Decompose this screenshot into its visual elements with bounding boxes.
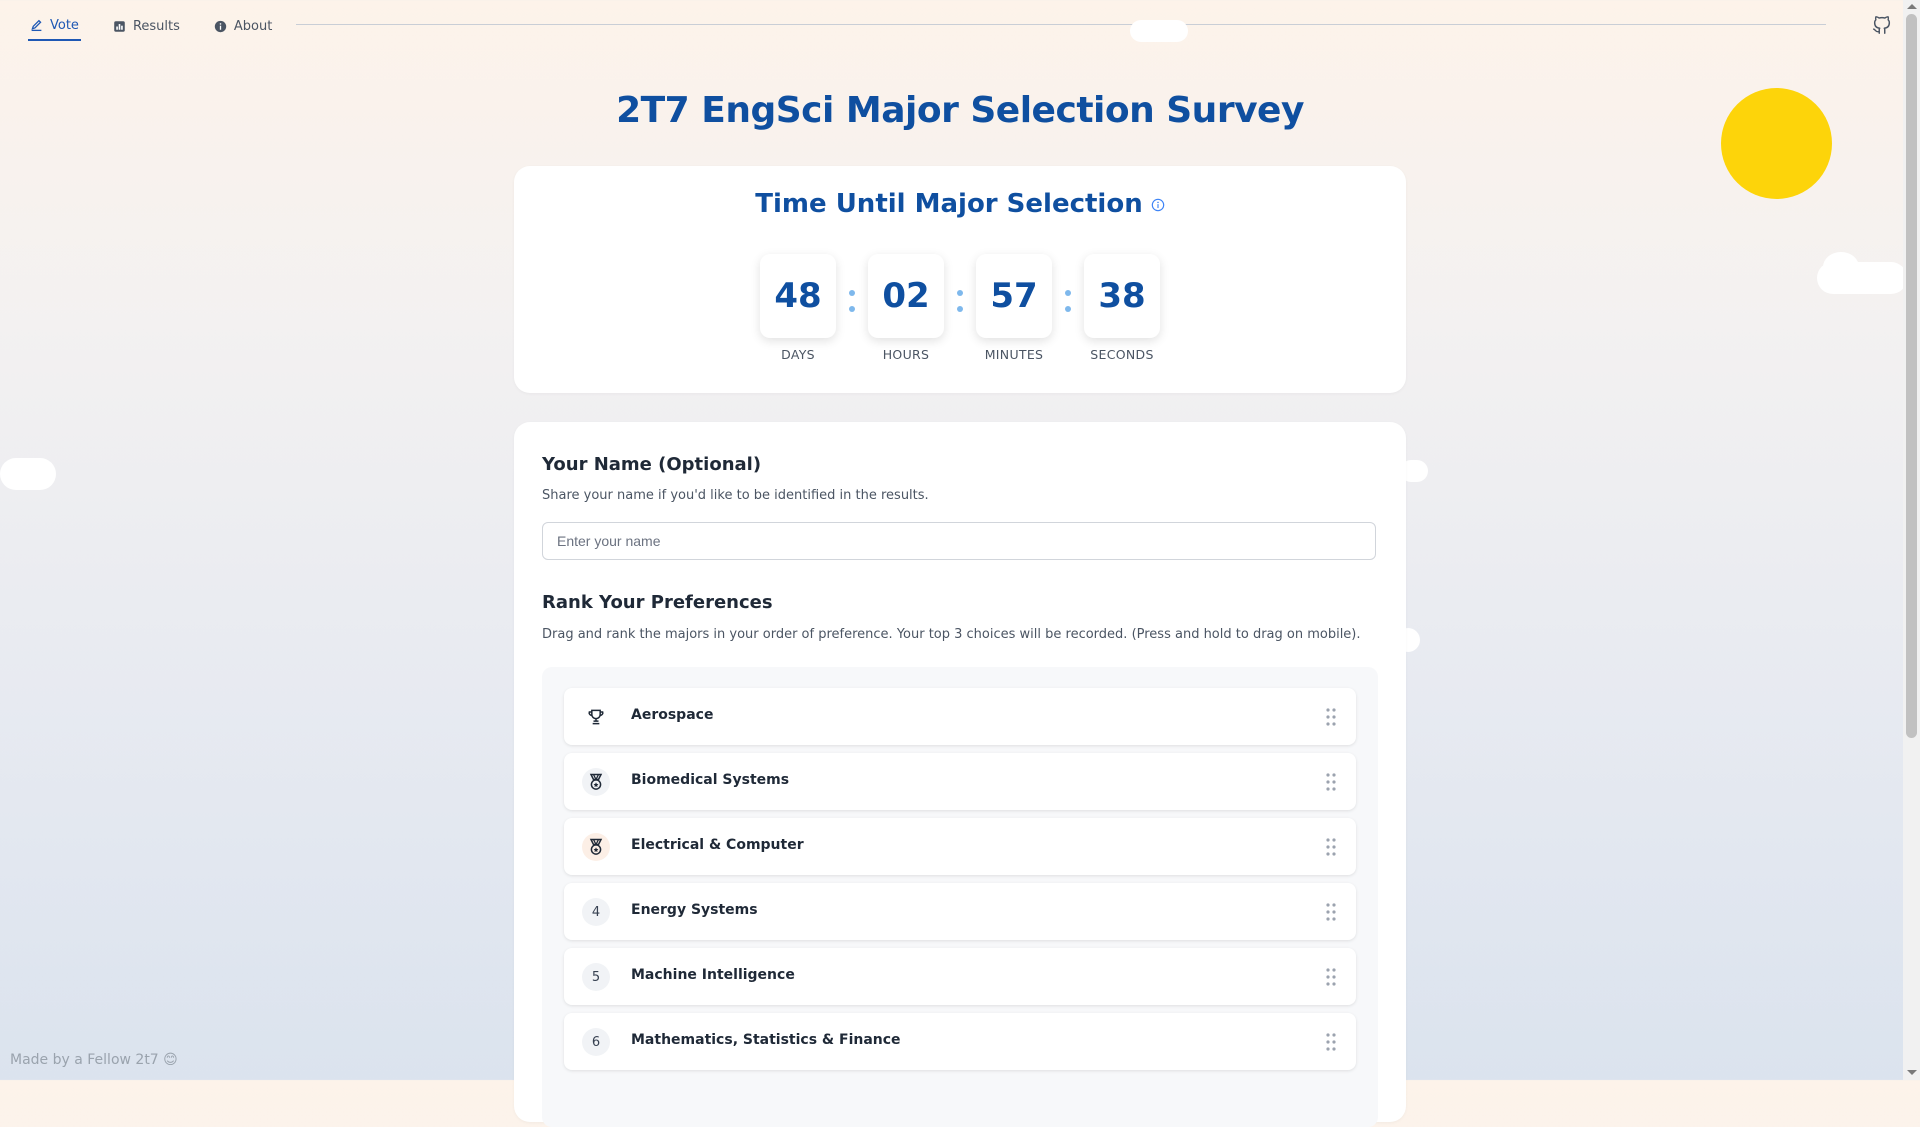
bar-chart-icon (114, 21, 125, 32)
name-heading: Your Name (Optional) (542, 454, 762, 475)
rank-item-biomedical-systems[interactable]: Biomedical Systems (564, 753, 1356, 810)
cloud-decoration (1130, 20, 1188, 42)
countdown-separator (957, 290, 963, 316)
name-description: Share your name if you'd like to be iden… (542, 488, 929, 503)
rank-item-label: Biomedical Systems (631, 772, 790, 788)
rank-number: 6 (582, 1028, 610, 1056)
info-icon[interactable] (1151, 198, 1165, 212)
countdown-seconds-label: SECONDS (1090, 347, 1154, 362)
nav-about[interactable]: About (212, 15, 274, 40)
nav-vote[interactable]: Vote (28, 14, 81, 41)
scroll-up-arrow[interactable] (1907, 4, 1917, 9)
cloud-decoration (0, 458, 56, 490)
nav-divider (296, 24, 1826, 25)
cloud-decoration (1823, 252, 1859, 282)
drag-handle-icon[interactable] (1326, 903, 1336, 921)
nav-results-label: Results (132, 19, 180, 34)
countdown-separator (849, 290, 855, 316)
medal-icon (589, 838, 603, 855)
scroll-down-arrow[interactable] (1907, 1070, 1917, 1075)
rank-item-label: Mathematics, Statistics & Finance (631, 1032, 901, 1048)
countdown-title-row: Time Until Major Selection (514, 189, 1406, 219)
top-nav: Vote Results About (28, 14, 274, 41)
rank-description: Drag and rank the majors in your order o… (542, 627, 1361, 642)
medal-icon (589, 773, 603, 790)
rank-item-machine-intelligence[interactable]: 5 Machine Intelligence (564, 948, 1356, 1005)
drag-handle-icon[interactable] (1326, 708, 1336, 726)
countdown-title: Time Until Major Selection (755, 189, 1143, 219)
rank-item-label: Electrical & Computer (631, 837, 804, 853)
rank-item-mathematics-statistics-finance[interactable]: 6 Mathematics, Statistics & Finance (564, 1013, 1356, 1070)
countdown-hours-label: HOURS (882, 347, 930, 362)
page-title: 2T7 EngSci Major Selection Survey (616, 90, 1304, 131)
nav-about-label: About (233, 19, 273, 34)
github-icon[interactable] (1871, 14, 1893, 36)
rank-item-label: Energy Systems (631, 902, 758, 918)
rank-item-label: Aerospace (631, 707, 714, 723)
drag-handle-icon[interactable] (1326, 773, 1336, 791)
trophy-icon (588, 709, 604, 725)
rank-number: 4 (582, 898, 610, 926)
drag-handle-icon[interactable] (1326, 838, 1336, 856)
survey-form-card: Your Name (Optional) Share your name if … (514, 422, 1406, 1127)
rank-badge (582, 703, 610, 731)
countdown-days-value: 48 (760, 254, 836, 338)
rank-badge (582, 833, 610, 861)
countdown-days-label: DAYS (781, 347, 815, 362)
countdown-card: Time Until Major Selection 48 DAYS 02 HO… (514, 166, 1406, 393)
countdown-minutes-label: MINUTES (984, 347, 1044, 362)
rank-badge (582, 768, 610, 796)
rank-number: 5 (582, 963, 610, 991)
countdown-seconds-value: 38 (1084, 254, 1160, 338)
rank-item-label: Machine Intelligence (631, 967, 795, 983)
drag-handle-icon[interactable] (1326, 968, 1336, 986)
pen-icon (31, 19, 42, 32)
countdown-minutes-value: 57 (976, 254, 1052, 338)
rank-item-electrical-computer[interactable]: Electrical & Computer (564, 818, 1356, 875)
rank-item-aerospace[interactable]: Aerospace (564, 688, 1356, 745)
drag-handle-icon[interactable] (1326, 1033, 1336, 1051)
name-input[interactable] (542, 522, 1376, 560)
info-icon (214, 20, 227, 33)
rank-heading: Rank Your Preferences (542, 592, 773, 613)
rank-list: Aerospace Biomedical Systems Electrical … (542, 667, 1378, 1127)
nav-results[interactable]: Results (111, 15, 182, 40)
footer-credit: Made by a Fellow 2t7 😊 (10, 1052, 178, 1068)
nav-vote-label: Vote (50, 18, 79, 33)
rank-item-energy-systems[interactable]: 4 Energy Systems (564, 883, 1356, 940)
countdown-hours-value: 02 (868, 254, 944, 338)
countdown-separator (1065, 290, 1071, 316)
